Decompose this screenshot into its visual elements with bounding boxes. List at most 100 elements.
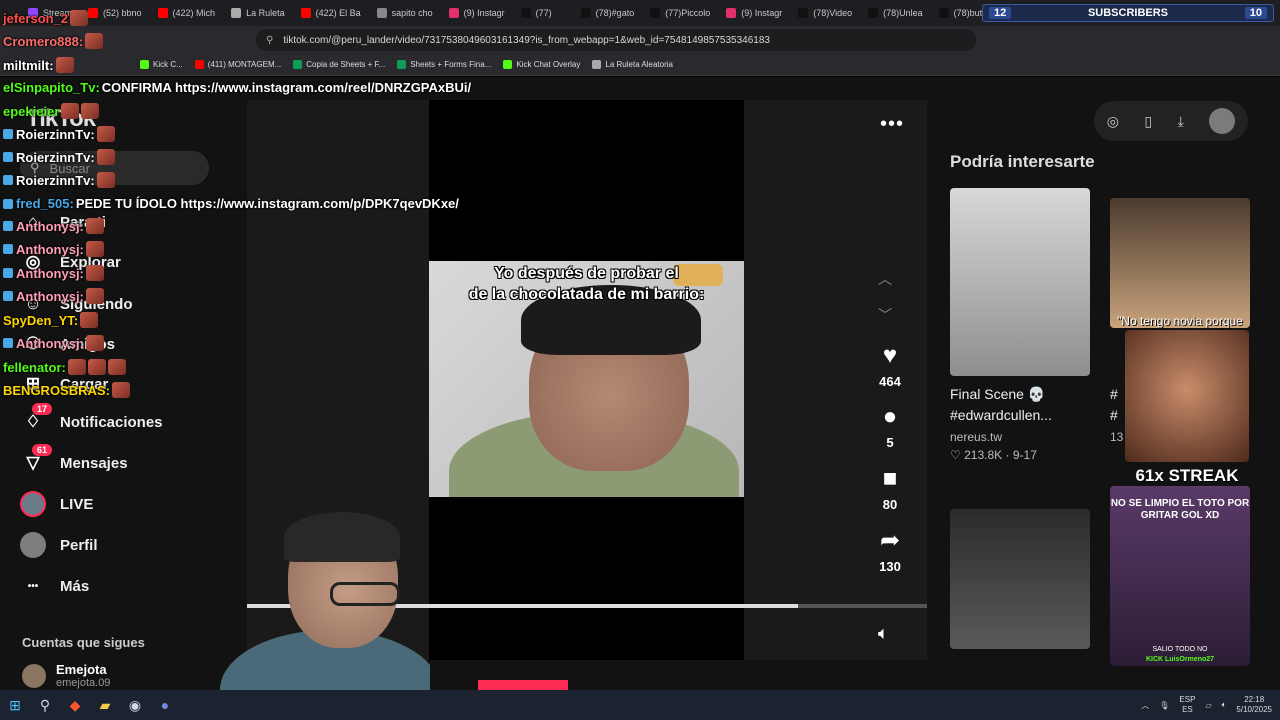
tab-favicon-icon xyxy=(520,8,531,18)
next-video-icon[interactable]: ﹀ xyxy=(878,305,892,325)
bookmark-item[interactable]: Kick Chat Overlay xyxy=(503,60,580,69)
recommendation-tag[interactable]: # xyxy=(1110,405,1118,426)
windows-start-icon[interactable]: ⊞ xyxy=(0,690,30,720)
volume-icon[interactable]: 🔈︎ xyxy=(878,623,889,644)
obs-icon[interactable]: ◉ xyxy=(120,690,150,720)
comment-button[interactable]: ● 5 xyxy=(866,403,914,450)
browser-tab[interactable]: (422) El Ba xyxy=(293,0,369,26)
browser-tab[interactable]: Stream xyxy=(20,0,80,26)
recommendation-tag[interactable]: #edwardcullen... xyxy=(950,405,1052,426)
tiktok-logo[interactable]: TikTok xyxy=(26,105,96,133)
bookmark-item[interactable]: (411) MONTAGEM... xyxy=(194,60,281,69)
save-count: 80 xyxy=(882,497,898,512)
previous-video-icon[interactable]: ︿ xyxy=(878,269,892,289)
url-field[interactable]: ⚲ tiktok.com/@peru_lander/video/73175380… xyxy=(256,29,976,51)
sidebar-item-friends[interactable]: ⚇ Amigos xyxy=(20,329,115,359)
webcam-hair xyxy=(284,512,400,562)
bookmark-favicon-icon xyxy=(140,60,149,69)
browser-tab[interactable]: (78)Unlea xyxy=(860,0,931,26)
coins-icon[interactable]: ◎ xyxy=(1107,113,1119,130)
browser-tab[interactable]: (77) xyxy=(513,0,573,26)
browser-tab[interactable]: sapito cho xyxy=(369,0,441,26)
browser-tab[interactable]: (52) bbno xyxy=(80,0,150,26)
tab-favicon-icon xyxy=(231,8,242,18)
search-icon[interactable]: ⚲ xyxy=(30,690,60,720)
discord-icon[interactable]: ● xyxy=(150,690,180,720)
sidebar-item-label: Explorar xyxy=(60,253,121,271)
user-avatar[interactable] xyxy=(1209,108,1236,134)
sidebar-item-upload[interactable]: ⊞ Cargar xyxy=(20,369,108,399)
recommendation-title[interactable]: Final Scene 💀 xyxy=(950,384,1045,405)
recommendation-author[interactable]: 13 xyxy=(1110,430,1123,444)
tab-label: La Ruleta xyxy=(246,8,285,18)
recommendation-stats: ♡ 213.8K · 9-17 xyxy=(950,448,1037,462)
kick-clip-handle: KICK LuisOrmeno27 xyxy=(1110,656,1250,663)
profile-icon xyxy=(20,532,46,558)
chevron-up-icon[interactable]: ︿ xyxy=(1141,700,1149,711)
download-icon[interactable]: ⤓ xyxy=(1178,113,1184,130)
browser-tab[interactable]: (77)Piccolo xyxy=(642,0,718,26)
recommendation-thumb-text: "No tengo novia porque me enfoco xyxy=(1117,314,1243,328)
language-indicator[interactable]: ESP ES xyxy=(1179,695,1195,715)
share-button[interactable]: ➦ 130 xyxy=(866,527,914,574)
notification-badge: 61 xyxy=(32,444,53,456)
recommendation-title[interactable]: # xyxy=(1110,384,1118,405)
following-user-item[interactable]: Emejota emejota.09 xyxy=(22,662,110,689)
bookmark-icon: ■ xyxy=(882,465,898,492)
tab-favicon-icon xyxy=(157,8,168,18)
save-button[interactable]: ■ 80 xyxy=(866,465,914,512)
sidebar-item-compass[interactable]: ◎ Explorar xyxy=(20,247,121,277)
network-icon[interactable]: ▱ xyxy=(1205,701,1211,710)
volume-icon[interactable]: 🔈︎ xyxy=(1222,700,1227,710)
tab-favicon-icon xyxy=(28,8,38,18)
url-text: tiktok.com/@peru_lander/video/7317538049… xyxy=(283,34,770,46)
bookmark-item[interactable]: Copia de Sheets + F... xyxy=(293,60,385,69)
sidebar-item-home[interactable]: ⌂ Para ti xyxy=(20,207,106,237)
sidebar-item-label: Perfil xyxy=(60,536,98,554)
more-options-icon[interactable]: ••• xyxy=(880,113,904,136)
browser-tab[interactable]: (78)#gato xyxy=(573,0,643,26)
browser-tab[interactable]: (9) Instagr xyxy=(441,0,513,26)
browser-tab[interactable]: (9) Instagr xyxy=(718,0,790,26)
sidebar-item-profile[interactable]: Perfil xyxy=(20,530,98,560)
site-info-icon[interactable]: ⚲ xyxy=(266,35,273,46)
avatar xyxy=(22,663,46,688)
sidebar-item-label: Más xyxy=(60,577,90,595)
recommendation-thumbnail[interactable] xyxy=(950,188,1090,376)
sidebar-item-label: Amigos xyxy=(60,335,116,353)
sidebar-item-live[interactable]: LIVE xyxy=(20,489,93,519)
file-explorer-icon[interactable]: ▰ xyxy=(90,690,120,720)
video-frame[interactable]: Yo después de probar el de la chocolatad… xyxy=(429,261,744,497)
browser-tab[interactable]: (422) Mich xyxy=(150,0,224,26)
bookmark-item[interactable]: Kick C... xyxy=(140,60,183,69)
like-button[interactable]: ♥ 464 xyxy=(866,342,914,389)
search-input[interactable]: ⚲ Buscar xyxy=(20,151,209,185)
tab-label: (77)Piccolo xyxy=(665,8,711,18)
device-icon[interactable]: ▯ xyxy=(1144,113,1152,130)
mic-icon[interactable]: 🎙︎ xyxy=(1159,701,1169,710)
recommendation-author[interactable]: nereus.tw xyxy=(950,430,1002,444)
sidebar-item-label: LIVE xyxy=(60,495,94,513)
upload-icon: ⊞ xyxy=(25,374,41,393)
browser-tab[interactable]: (78)Video xyxy=(790,0,860,26)
recommendation-thumbnail[interactable]: "No tengo novia porque me enfoco xyxy=(1110,198,1250,328)
clock[interactable]: 22:18 5/10/2025 xyxy=(1236,695,1272,715)
brave-browser-icon[interactable]: ◆ xyxy=(60,690,90,720)
sidebar-item-following[interactable]: ☺ Siguiendo xyxy=(20,289,132,319)
bookmark-item[interactable]: La Ruleta Aleatoria xyxy=(592,60,673,69)
tab-label: (9) Instagr xyxy=(463,8,505,18)
webcam-glasses xyxy=(330,582,400,606)
live-icon xyxy=(20,491,46,517)
recommendation-thumbnail[interactable] xyxy=(950,509,1090,649)
sidebar-item-message[interactable]: ▽ 61 Mensajes xyxy=(20,444,128,478)
browser-tab[interactable]: La Ruleta xyxy=(223,0,293,26)
comment-count: 5 xyxy=(886,435,894,450)
bookmark-item[interactable]: Sheets + Forms Fina... xyxy=(397,60,491,69)
kick-handle-name: LuisOrmeno27 xyxy=(1165,656,1215,663)
clock-time: 22:18 xyxy=(1244,695,1265,704)
sidebar-item-bell[interactable]: ♢ 17 Notificaciones xyxy=(20,403,163,437)
separator: · xyxy=(1005,448,1010,462)
sidebar-item-more[interactable]: ••• Más xyxy=(20,571,89,601)
language-primary: ESP xyxy=(1179,695,1196,704)
windows-taskbar: ⊞ ⚲ ◆ ▰ ◉ ● ︿ 🎙︎ ESP ES ▱ 🔈︎ 22:18 5/10/… xyxy=(0,690,1280,720)
